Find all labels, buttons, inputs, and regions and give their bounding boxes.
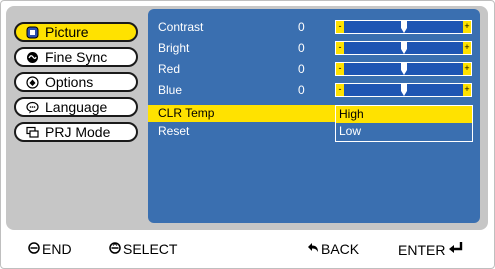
clr-temp-option-high[interactable]: High	[336, 106, 472, 123]
setting-label: CLR Temp	[158, 106, 215, 120]
tab-picture[interactable]: Picture	[14, 22, 138, 42]
tab-label: Picture	[45, 24, 89, 40]
blue-slider[interactable]: - +	[335, 83, 472, 97]
enter-icon	[448, 241, 466, 258]
tab-label: Fine Sync	[45, 49, 108, 65]
setting-label: Reset	[158, 124, 190, 138]
setting-row-red[interactable]: Red 0 - +	[148, 61, 480, 77]
slider-minus: -	[336, 42, 344, 54]
slider-knob[interactable]	[401, 21, 407, 33]
options-icon	[26, 75, 39, 89]
tab-label: Options	[45, 74, 94, 90]
setting-value: 0	[298, 20, 305, 34]
prj-mode-icon	[26, 126, 39, 139]
tab-options[interactable]: Options	[14, 72, 138, 92]
slider-knob[interactable]	[401, 84, 407, 96]
slider-knob[interactable]	[401, 63, 407, 75]
language-icon	[26, 101, 39, 114]
select-hint: SELECT	[109, 241, 177, 257]
fine-sync-icon	[26, 51, 39, 64]
tab-label: PRJ Mode	[45, 124, 111, 140]
setting-label: Red	[158, 62, 181, 76]
clr-temp-option-low[interactable]: Low	[336, 123, 472, 140]
bright-slider[interactable]: - +	[335, 41, 472, 55]
slider-knob[interactable]	[401, 42, 407, 54]
red-slider[interactable]: - +	[335, 62, 472, 76]
tab-prj-mode[interactable]: PRJ Mode	[14, 122, 138, 142]
picture-settings-panel: Contrast 0 - + Bright 0 - + Red 0 - + Bl…	[148, 9, 480, 223]
back-label: BACK	[321, 241, 360, 257]
control-hint-bar: END SELECT BACK ENTER	[0, 232, 495, 266]
back-hint: BACK	[307, 241, 359, 257]
setting-value: 0	[298, 62, 305, 76]
end-hint: END	[28, 241, 72, 257]
select-icon	[109, 241, 123, 257]
clr-temp-dropdown[interactable]: High Low	[335, 105, 473, 142]
contrast-slider[interactable]: - +	[335, 20, 472, 34]
tab-language[interactable]: Language	[14, 97, 138, 117]
slider-plus: +	[463, 84, 471, 96]
setting-row-bright[interactable]: Bright 0 - +	[148, 40, 480, 56]
slider-plus: +	[463, 21, 471, 33]
setting-row-contrast[interactable]: Contrast 0 - +	[148, 19, 480, 35]
setting-label: Blue	[158, 83, 183, 97]
setting-value: 0	[298, 83, 305, 97]
end-label: END	[42, 241, 72, 257]
picture-icon	[26, 26, 39, 39]
slider-minus: -	[336, 84, 344, 96]
setting-label: Bright	[158, 41, 190, 55]
select-label: SELECT	[123, 241, 178, 257]
setting-row-clr-temp[interactable]: CLR Temp	[148, 105, 335, 122]
tab-fine-sync[interactable]: Fine Sync	[14, 47, 138, 67]
enter-hint: ENTER	[398, 241, 466, 258]
slider-plus: +	[463, 63, 471, 75]
tab-label: Language	[45, 99, 108, 115]
setting-label: Contrast	[158, 20, 204, 34]
slider-minus: -	[336, 21, 344, 33]
enter-label: ENTER	[398, 241, 446, 258]
setting-value: 0	[298, 41, 305, 55]
end-icon	[28, 241, 42, 257]
setting-row-blue[interactable]: Blue 0 - +	[148, 82, 480, 98]
back-icon	[307, 241, 321, 257]
slider-minus: -	[336, 63, 344, 75]
slider-plus: +	[463, 42, 471, 54]
